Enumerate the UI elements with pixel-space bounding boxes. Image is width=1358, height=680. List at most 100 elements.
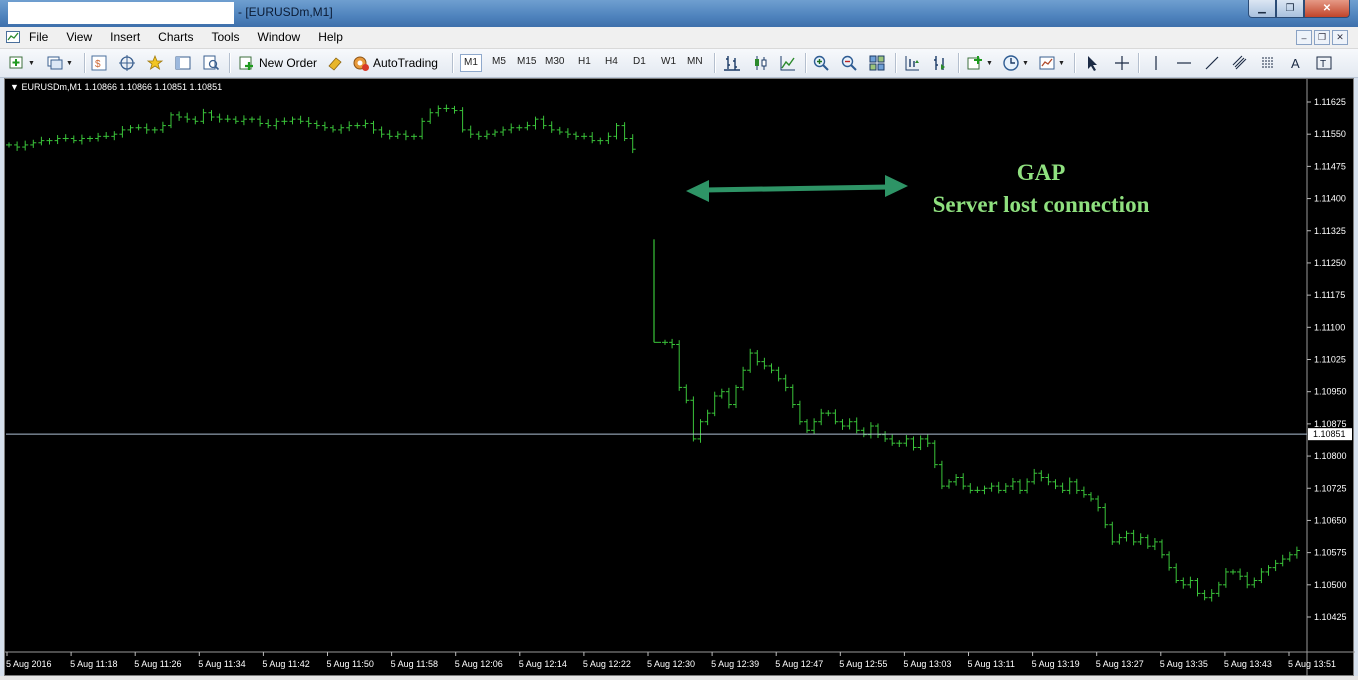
close-button[interactable]: ✕ xyxy=(1304,0,1350,18)
new-order-button[interactable]: New Order xyxy=(238,52,317,74)
x-tick-label: 5 Aug 12:55 xyxy=(839,659,887,669)
bid-price-label: 1.10851 xyxy=(1313,429,1346,439)
menu-insert[interactable]: Insert xyxy=(108,27,147,49)
auto-scroll-button[interactable] xyxy=(903,52,921,74)
menu-help[interactable]: Help xyxy=(316,27,350,49)
terminal-button[interactable] xyxy=(174,52,192,74)
indicators-button[interactable]: ▼ xyxy=(966,52,993,74)
y-tick-label: 1.11400 xyxy=(1314,194,1346,204)
x-tick-label: 5 Aug 13:27 xyxy=(1096,659,1144,669)
text-tool-button[interactable]: A xyxy=(1287,52,1305,74)
toolbar-separator xyxy=(1074,53,1076,73)
auto-scroll-icon xyxy=(905,56,919,71)
templates-button[interactable]: ▼ xyxy=(1038,52,1065,74)
toolbar-separator xyxy=(958,53,960,73)
autotrading-button[interactable]: AutoTrading xyxy=(352,52,438,74)
star-icon xyxy=(146,54,164,70)
chart-minimize-button[interactable]: – xyxy=(1296,30,1312,45)
profiles-button[interactable]: ▼ xyxy=(46,52,73,74)
chevron-down-icon: ▼ xyxy=(1022,59,1029,67)
line-chart-button[interactable] xyxy=(779,52,797,74)
new-order-label: New Order xyxy=(259,56,318,70)
y-tick-label: 1.11025 xyxy=(1314,355,1346,365)
zoom-out-icon xyxy=(841,55,857,71)
zoom-in-icon xyxy=(813,55,829,71)
cursor-tool-button[interactable] xyxy=(1083,52,1101,74)
text-label-icon: T xyxy=(1316,56,1332,70)
profiles-icon xyxy=(47,56,63,70)
text-label-tool-button[interactable]: T xyxy=(1315,52,1333,74)
y-tick-label: 1.10425 xyxy=(1314,612,1347,622)
timeframe-d1[interactable]: D1 xyxy=(630,54,649,72)
timeframe-mn[interactable]: MN xyxy=(684,54,706,72)
y-tick-label: 1.11325 xyxy=(1314,226,1346,236)
minimize-button[interactable]: ▁ xyxy=(1248,0,1276,18)
candlestick-button[interactable] xyxy=(751,52,769,74)
toolbar-separator xyxy=(452,53,454,73)
candlestick-icon xyxy=(755,56,767,70)
bar-chart-button[interactable] xyxy=(723,52,741,74)
x-tick-label: 5 Aug 13:51 xyxy=(1288,659,1336,669)
maximize-button[interactable]: ❐ xyxy=(1276,0,1304,18)
svg-text:T: T xyxy=(1320,59,1326,70)
vertical-line-icon xyxy=(1155,56,1157,70)
y-tick-label: 1.10950 xyxy=(1314,387,1347,397)
timeframe-h1[interactable]: H1 xyxy=(575,54,594,72)
crosshair-icon xyxy=(1115,56,1129,70)
tab-strip xyxy=(0,676,1358,680)
toolbar-separator xyxy=(84,53,86,73)
window-controls: ▁ ❐ ✕ xyxy=(1248,0,1350,18)
chart-close-button[interactable]: ✕ xyxy=(1332,30,1348,45)
window-title: - [EURUSDm,M1] xyxy=(238,5,333,19)
trendline-tool-button[interactable] xyxy=(1203,52,1221,74)
timeframe-w1[interactable]: W1 xyxy=(658,54,679,72)
menu-window[interactable]: Window xyxy=(256,27,308,49)
toolbar-separator xyxy=(1138,53,1140,73)
crosshair-tool-button[interactable] xyxy=(1113,52,1131,74)
svg-text:A: A xyxy=(1291,56,1300,71)
equidistant-channel-tool-button[interactable] xyxy=(1231,52,1249,74)
zoom-out-button[interactable] xyxy=(840,52,858,74)
chart-shift-icon xyxy=(934,56,945,70)
crosshair-target-icon xyxy=(119,55,135,71)
chart-window-icon[interactable] xyxy=(6,30,20,44)
horizontal-line-tool-button[interactable] xyxy=(1175,52,1193,74)
data-window-button[interactable] xyxy=(118,52,136,74)
timeframe-m1[interactable]: M1 xyxy=(460,54,482,72)
y-tick-label: 1.10650 xyxy=(1314,515,1347,525)
timeframe-m30[interactable]: M30 xyxy=(542,54,567,72)
toolbar-separator xyxy=(805,53,807,73)
chevron-down-icon: ▼ xyxy=(66,59,73,67)
periods-button[interactable]: ▼ xyxy=(1002,52,1029,74)
gap-annotation-subtitle: Server lost connection xyxy=(932,192,1150,217)
cursor-icon xyxy=(1088,56,1097,71)
toolbar: ▼ ▼ $ New Order AutoTrading M1 M5 M15 M3… xyxy=(0,49,1358,78)
menu-charts[interactable]: Charts xyxy=(156,27,200,49)
timeframe-h4[interactable]: H4 xyxy=(602,54,621,72)
tile-windows-button[interactable] xyxy=(868,52,886,74)
terminal-icon xyxy=(175,56,191,70)
y-tick-label: 1.11250 xyxy=(1314,258,1346,268)
toolbar-separator xyxy=(895,53,897,73)
market-watch-button[interactable]: $ xyxy=(90,52,108,74)
strategy-tester-button[interactable] xyxy=(202,52,220,74)
vertical-line-tool-button[interactable] xyxy=(1147,52,1165,74)
chart-restore-button[interactable]: ❐ xyxy=(1314,30,1330,45)
chart-menu-arrow-icon[interactable]: ▼ xyxy=(10,82,19,92)
menu-view[interactable]: View xyxy=(64,27,99,49)
navigator-button[interactable] xyxy=(146,52,164,74)
x-tick-label: 5 Aug 12:30 xyxy=(647,659,695,669)
fibonacci-tool-button[interactable] xyxy=(1259,52,1277,74)
chart-shift-button[interactable] xyxy=(931,52,949,74)
menu-file[interactable]: File xyxy=(27,27,55,49)
timeframe-m5[interactable]: M5 xyxy=(489,54,509,72)
new-chart-icon xyxy=(9,56,23,69)
timeframe-m15[interactable]: M15 xyxy=(514,54,539,72)
metaeditor-button[interactable] xyxy=(326,52,344,74)
menu-tools[interactable]: Tools xyxy=(210,27,247,49)
zoom-in-button[interactable] xyxy=(812,52,830,74)
x-tick-label: 5 Aug 11:18 xyxy=(70,659,117,669)
clock-icon xyxy=(1003,55,1019,71)
new-chart-button[interactable]: ▼ xyxy=(8,52,35,74)
price-chart[interactable]: 1.11625 1.11550 1.11475 1.11400 1.11325 1.112… xyxy=(4,78,1355,677)
